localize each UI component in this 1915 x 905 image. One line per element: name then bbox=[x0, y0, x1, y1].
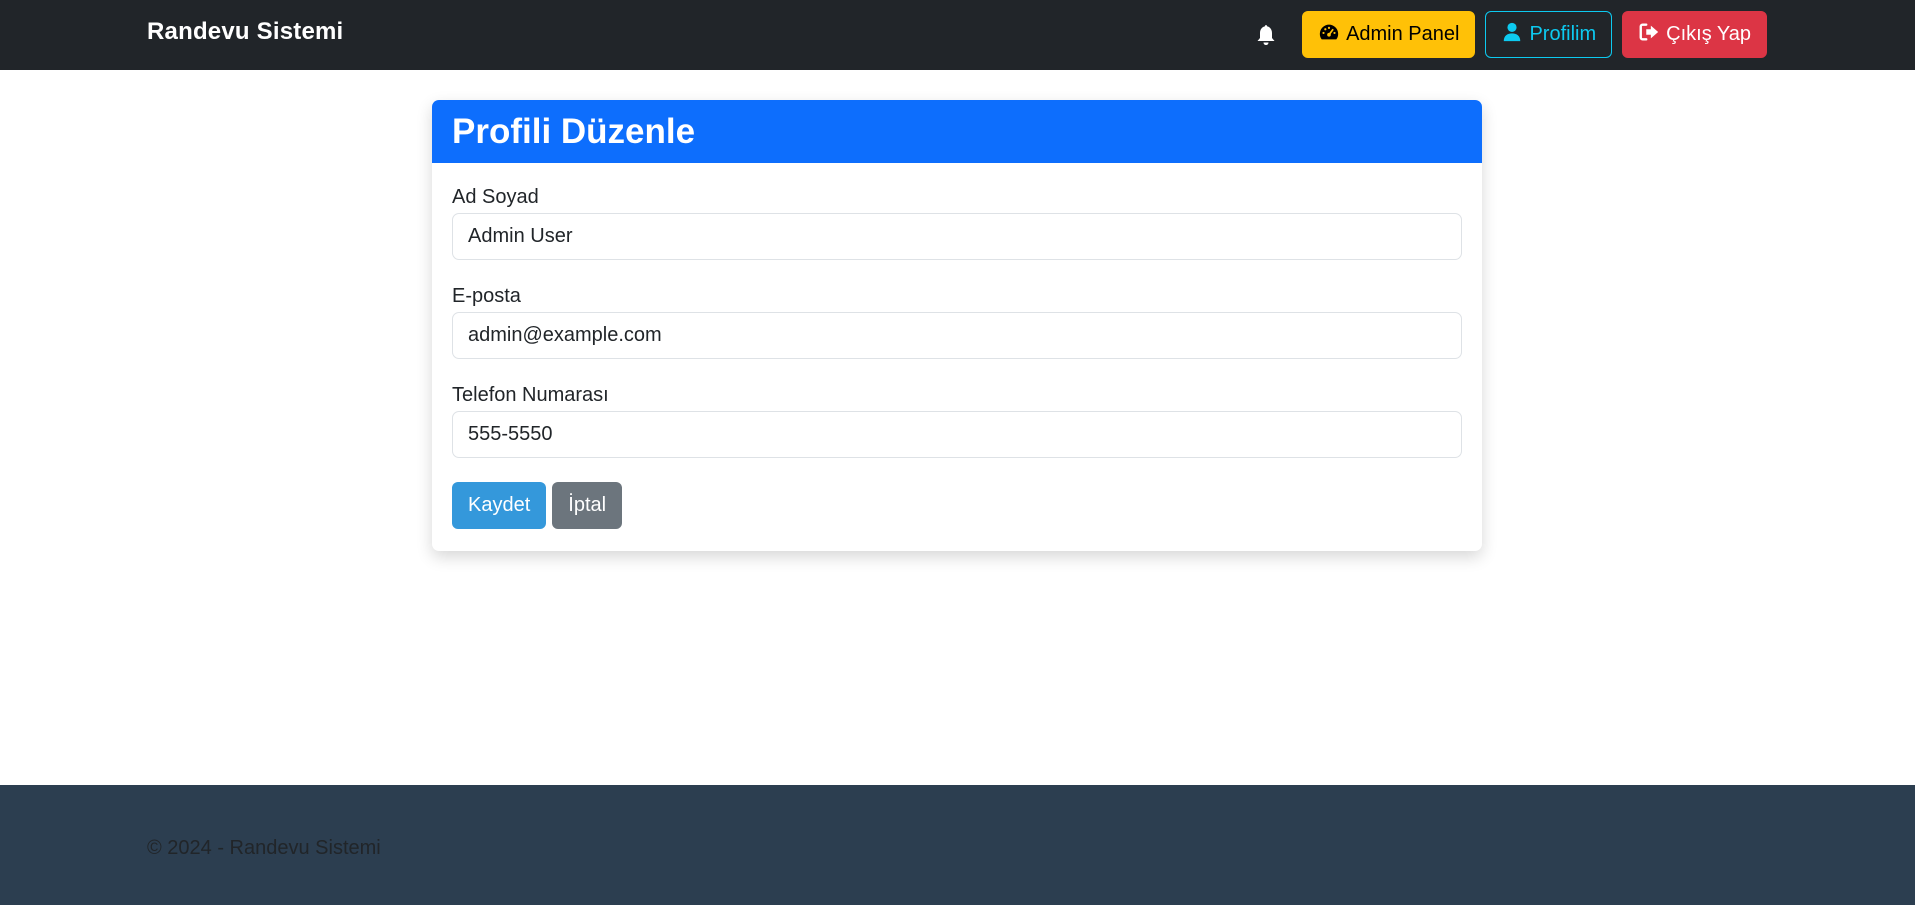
phone-label: Telefon Numarası bbox=[452, 384, 609, 406]
email-label: E-posta bbox=[452, 285, 521, 307]
footer-copyright: © 2024 - Randevu Sistemi bbox=[147, 837, 381, 859]
card-title: Profili Düzenle bbox=[432, 100, 1482, 163]
profile-form: Ad Soyad E-posta Telefon Numarası Kaydet… bbox=[432, 163, 1482, 529]
profile-button[interactable]: Profilim bbox=[1485, 11, 1613, 58]
edit-profile-card: Profili Düzenle Ad Soyad E-posta Telefon… bbox=[432, 100, 1482, 551]
phone-input[interactable] bbox=[452, 411, 1462, 458]
email-input[interactable] bbox=[452, 312, 1462, 359]
sign-out-icon bbox=[1638, 21, 1660, 49]
logout-label: Çıkış Yap bbox=[1666, 23, 1751, 45]
email-group: E-posta bbox=[452, 284, 1462, 359]
navbar-actions: Admin Panel Profilim Çıkış Yap bbox=[1254, 11, 1767, 58]
form-actions: Kaydet İptal bbox=[452, 482, 1462, 529]
page-footer: © 2024 - Randevu Sistemi bbox=[0, 785, 1915, 905]
phone-group: Telefon Numarası bbox=[452, 383, 1462, 458]
save-button[interactable]: Kaydet bbox=[452, 482, 547, 529]
full-name-group: Ad Soyad bbox=[452, 185, 1462, 260]
admin-panel-button[interactable]: Admin Panel bbox=[1302, 11, 1476, 58]
top-navbar: Randevu Sistemi Admin Panel Profilim Çık… bbox=[0, 0, 1915, 70]
full-name-input[interactable] bbox=[452, 213, 1462, 260]
gauge-icon bbox=[1318, 21, 1340, 49]
cancel-button[interactable]: İptal bbox=[552, 482, 623, 529]
logout-button[interactable]: Çıkış Yap bbox=[1622, 11, 1767, 58]
bell-icon[interactable] bbox=[1254, 23, 1278, 47]
admin-panel-label: Admin Panel bbox=[1346, 23, 1460, 45]
full-name-label: Ad Soyad bbox=[452, 186, 539, 208]
brand-link[interactable]: Randevu Sistemi bbox=[147, 18, 343, 46]
profile-label: Profilim bbox=[1529, 23, 1597, 45]
user-icon bbox=[1501, 21, 1523, 49]
